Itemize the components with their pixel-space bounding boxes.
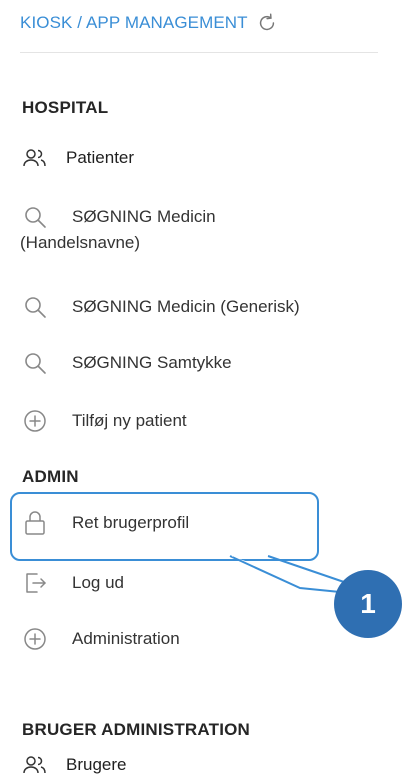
add-circle-icon: [22, 626, 48, 652]
menu-item-search-generic[interactable]: SØGNING Medicin (Generisk): [22, 294, 300, 320]
menu-item-label: Patienter: [66, 148, 135, 167]
menu-item-label-continued: (Handelsnavne): [20, 233, 141, 252]
refresh-icon[interactable]: [256, 12, 278, 34]
menu-item-add-patient[interactable]: Tilføj ny patient: [22, 408, 187, 434]
menu-item-patients[interactable]: Patienter: [22, 145, 134, 171]
menu-item-label: Tilføj ny patient: [72, 411, 187, 430]
callout-highlight-box: [10, 492, 319, 561]
menu-item-administration[interactable]: Administration: [22, 626, 180, 652]
menu-item-label: Log ud: [72, 573, 124, 592]
menu-item-label: SØGNING Samtykke: [72, 353, 232, 372]
section-title-user-administration: BRUGER ADMINISTRATION: [22, 720, 251, 739]
search-icon: [22, 350, 48, 376]
menu-item-label: SØGNING Medicin: [72, 207, 216, 226]
menu-item-search-trade-names[interactable]: SØGNING Medicin (Handelsnavne): [20, 204, 382, 256]
menu-item-label: SØGNING Medicin (Generisk): [72, 297, 300, 316]
callout-number-badge: 1: [334, 570, 402, 638]
menu-item-label: Brugere: [66, 755, 127, 774]
search-icon: [22, 294, 48, 320]
header-divider: [20, 52, 378, 53]
menu-item-logout[interactable]: Log ud: [22, 570, 124, 596]
add-circle-icon: [22, 408, 48, 434]
logout-icon: [22, 570, 48, 596]
menu-item-users[interactable]: Brugere: [22, 752, 126, 778]
search-icon: [22, 204, 48, 230]
menu-item-search-consent[interactable]: SØGNING Samtykke: [22, 350, 232, 376]
menu-item-label: Administration: [72, 629, 180, 648]
page-title: KIOSK / APP MANAGEMENT: [20, 13, 248, 32]
section-title-admin: ADMIN: [22, 467, 79, 486]
page-header: KIOSK / APP MANAGEMENT: [20, 8, 278, 38]
users-icon: [22, 145, 48, 171]
users-icon: [22, 752, 48, 778]
section-title-hospital: HOSPITAL: [22, 98, 109, 117]
